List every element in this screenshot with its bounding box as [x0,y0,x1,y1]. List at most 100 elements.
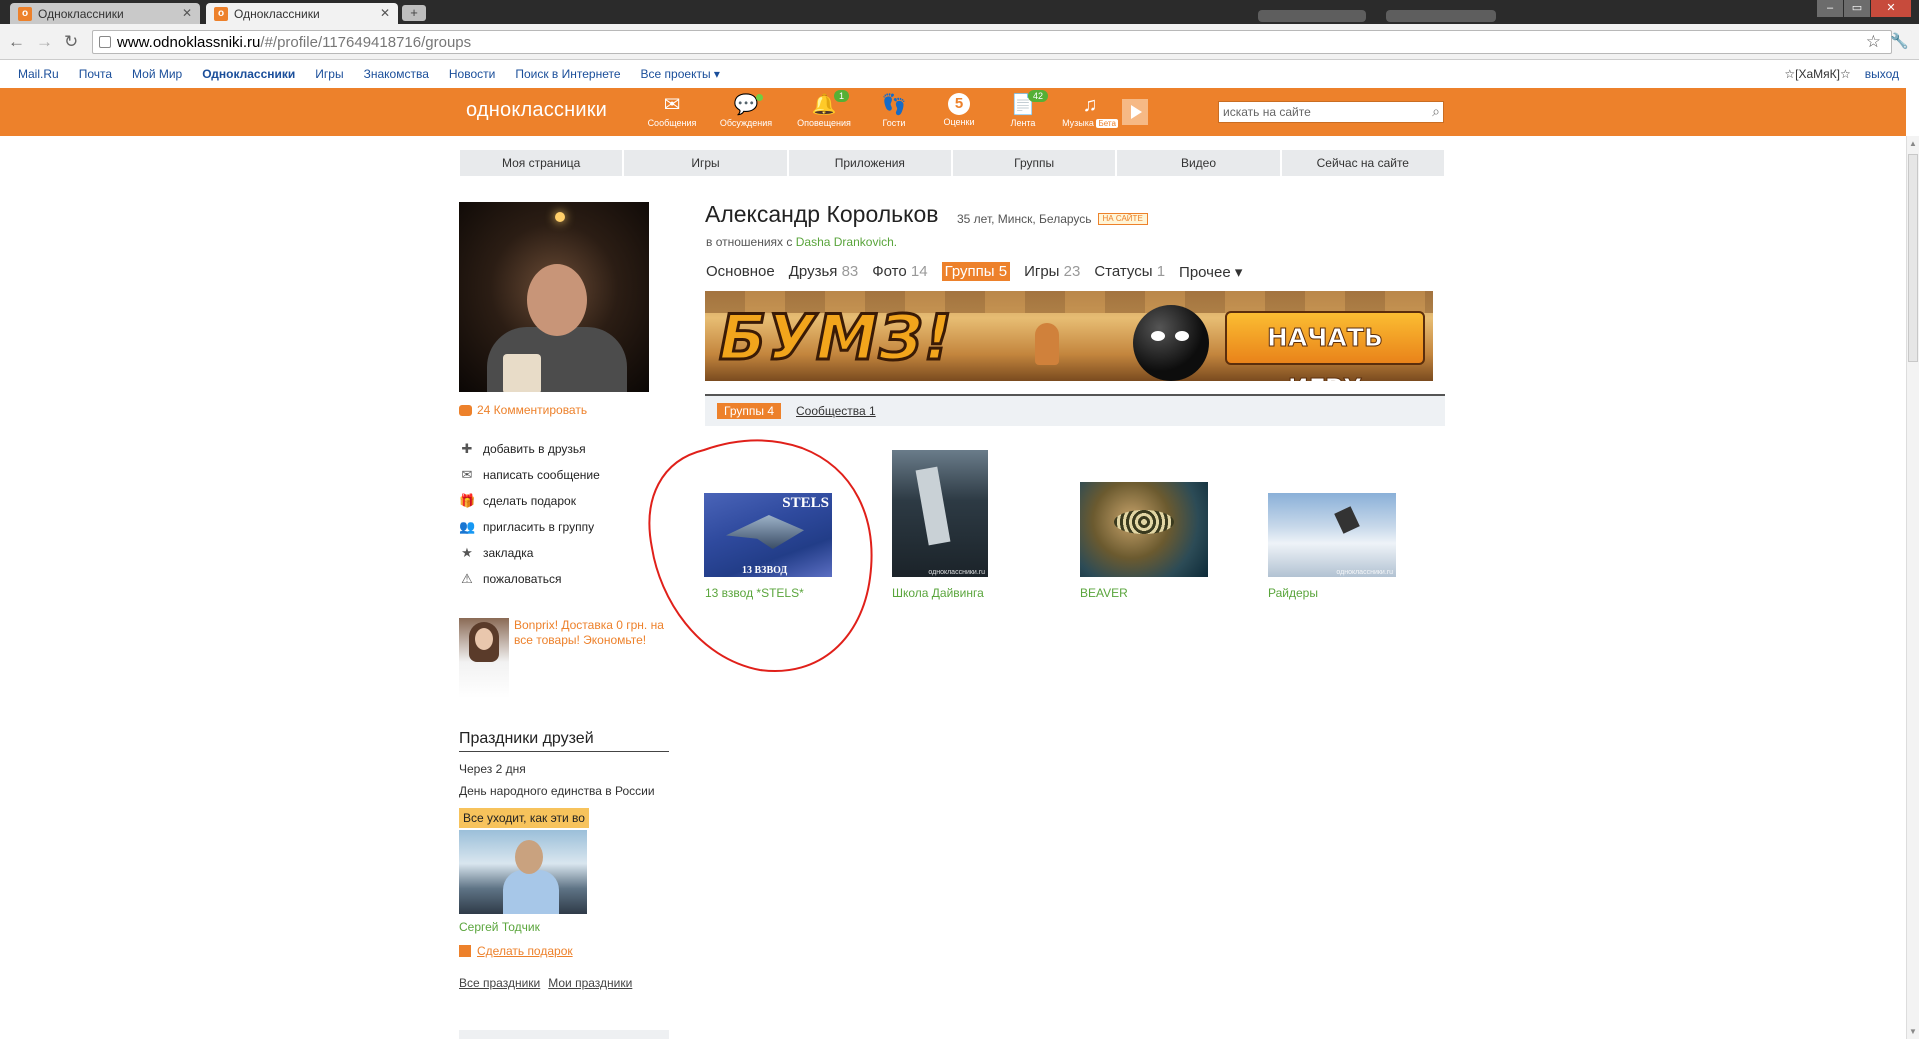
portal-links: Mail.Ru Почта Мой Мир Одноклассники Игры… [18,67,720,81]
subtab-groups[interactable]: Группы 4 [717,403,781,419]
url-host: www.odnoklassniki.ru [117,34,261,51]
subnav-groups[interactable]: Группы [952,150,1116,176]
header-nav-discussions[interactable]: 💬 Обсуждения [716,88,776,136]
search-icon[interactable]: ⌕ [1432,103,1440,120]
envelope-icon: ✉ [663,94,681,116]
music-icon: ♫ [1082,94,1098,116]
group-caption[interactable]: BEAVER [1080,586,1128,600]
tab-games[interactable]: Игры 23 [1024,263,1080,280]
bookmark-star-icon[interactable]: ☆ [1866,32,1881,52]
header-nav-music[interactable]: ♫ Музыка Бета [1060,88,1120,136]
reload-icon[interactable]: ↻ [64,32,78,52]
site-search-input[interactable]: искать на сайте ⌕ [1218,101,1444,123]
new-tab-button[interactable]: + [402,5,426,21]
friend-status-note: Все уходит, как эти во [459,808,589,828]
partner-link[interactable]: Dasha Drankovich. [796,235,897,249]
tab-more[interactable]: Прочее ▾ [1179,263,1242,281]
subnav-my-page[interactable]: Моя страница [460,150,623,176]
scroll-up-icon[interactable]: ▲ [1909,139,1917,148]
left-panel-box [459,1030,669,1039]
tab-photos[interactable]: Фото 14 [872,263,927,280]
friend-name[interactable]: Сергей Тодчик [459,920,669,934]
header-nav-feed[interactable]: 📄 42 Лента [1000,88,1048,136]
portal-link-odnoklassniki[interactable]: Одноклассники [202,67,295,81]
group-caption[interactable]: Школа Дайвинга [892,586,984,600]
ad-text[interactable]: Bonprix! Доставка 0 грн. на все товары! … [514,618,674,648]
sub-navigation: Моя страница Игры Приложения Группы Виде… [460,150,1444,176]
close-icon[interactable]: ✕ [182,6,192,20]
header-nav-messages[interactable]: ✉ Сообщения [644,88,700,136]
write-message-action[interactable]: ✉ написать сообщение [459,462,600,488]
subnav-online-now[interactable]: Сейчас на сайте [1281,150,1444,176]
portal-link-news[interactable]: Новости [449,67,495,81]
make-gift-link[interactable]: Сделать подарок [459,944,669,958]
advertisement[interactable]: Bonprix! Доставка 0 грн. на все товары! … [459,618,669,698]
portal-link-all-projects[interactable]: Все проекты ▾ [641,67,720,81]
group-thumbnail[interactable]: STELS 13 ВЗВОД [704,493,832,577]
subnav-games[interactable]: Игры [624,150,787,176]
forward-arrow-icon[interactable]: → [36,32,53,52]
user-nickname[interactable]: ☆[ХаМяК]☆ [1784,67,1850,81]
banner-title: БУМЗ! [717,300,954,376]
close-icon[interactable]: ✕ [380,6,390,20]
send-gift-action[interactable]: 🎁 сделать подарок [459,488,600,514]
bell-icon: 🔔 1 [811,90,849,116]
game-banner-ad[interactable]: БУМЗ! НАЧАТЬ ИГРУ [705,291,1433,381]
browser-tab-2[interactable]: о Одноклассники ✕ [206,3,398,24]
ok-logo[interactable]: одноклассники [466,99,607,122]
scroll-down-icon[interactable]: ▼ [1909,1027,1917,1036]
invite-group-action[interactable]: 👥 пригласить в группу [459,514,600,540]
search-placeholder: искать на сайте [1223,105,1311,119]
tab-statuses[interactable]: Статусы 1 [1094,263,1165,280]
page-scrollbar[interactable]: ▲ ▼ [1906,136,1919,1039]
group-thumbnail[interactable]: одноклассники.ru [1268,493,1396,577]
warning-icon: ⚠ [461,571,473,586]
comment-link[interactable]: 24 Комментировать [459,403,587,417]
portal-link-mail[interactable]: Почта [79,67,112,81]
subnav-apps[interactable]: Приложения [788,150,951,176]
group-caption[interactable]: Райдеры [1268,586,1318,600]
group-caption[interactable]: 13 взвод *STELS* [705,586,804,600]
portal-link-myworld[interactable]: Мой Мир [132,67,182,81]
group-thumbnail[interactable] [1080,482,1208,577]
maximize-icon[interactable]: ▭ [1844,0,1870,17]
header-nav-guests[interactable]: 👣 Гости [872,88,916,136]
add-friend-action[interactable]: ✚ добавить в друзья [459,436,600,462]
my-holidays-link[interactable]: Мои праздники [548,976,632,990]
subtab-communities[interactable]: Сообщества 1 [796,404,876,418]
browser-tab-1[interactable]: о Одноклассники ✕ [10,3,200,24]
address-bar[interactable]: www.odnoklassniki.ru/#/profile/117649418… [92,30,1892,54]
subnav-video[interactable]: Видео [1117,150,1280,176]
browser-tabstrip: о Одноклассники ✕ о Одноклассники ✕ + – … [0,0,1919,24]
gift-icon [459,945,471,957]
all-holidays-link[interactable]: Все праздники [459,976,540,990]
rating-icon: 5 [948,93,970,115]
bookmark-action[interactable]: ★ закладка [459,540,600,566]
music-play-button[interactable] [1122,99,1148,125]
start-game-button[interactable]: НАЧАТЬ ИГРУ [1225,311,1425,381]
header-nav-ratings[interactable]: 5 Оценки [936,88,982,136]
tab-friends[interactable]: Друзья 83 [789,263,859,280]
header-nav-notifications[interactable]: 🔔 1 Оповещения [792,88,856,136]
ad-image[interactable] [459,618,509,698]
window-close-icon[interactable]: ✕ [1871,0,1911,17]
logout-link[interactable]: выход [1865,67,1899,81]
banner-character [1035,323,1059,365]
minimize-icon[interactable]: – [1817,0,1843,17]
portal-link-mailru[interactable]: Mail.Ru [18,67,59,81]
profile-avatar[interactable] [459,202,649,392]
portal-link-games[interactable]: Игры [315,67,343,81]
friend-photo[interactable] [459,830,587,914]
group-thumbnail[interactable]: одноклассники.ru [892,450,988,577]
portal-link-dating[interactable]: Знакомства [364,67,429,81]
scrollbar-thumb[interactable] [1908,154,1918,362]
wrench-icon[interactable]: 🔧 [1890,32,1909,50]
mailru-portal-bar: Mail.Ru Почта Мой Мир Одноклассники Игры… [0,60,1919,88]
feed-icon: 📄 42 [1010,90,1048,116]
tab-main[interactable]: Основное [706,263,775,280]
tab-groups[interactable]: Группы 5 [941,262,1011,281]
report-action[interactable]: ⚠ пожаловаться [459,566,600,592]
beta-badge: Бета [1096,119,1118,128]
back-arrow-icon[interactable]: ← [8,32,25,52]
portal-link-search[interactable]: Поиск в Интернете [515,67,620,81]
